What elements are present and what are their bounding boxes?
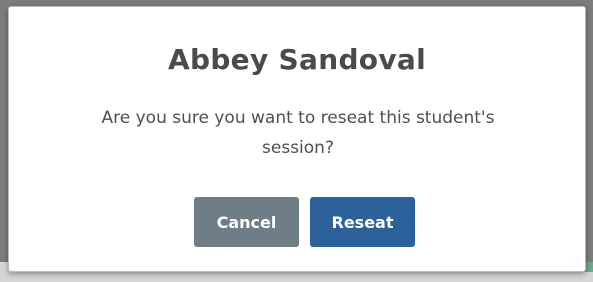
dialog-title: Abbey Sandoval	[168, 43, 426, 76]
dialog-message: Are you sure you want to reseat this stu…	[101, 108, 495, 158]
cancel-button[interactable]: Cancel	[194, 197, 299, 247]
reseat-button[interactable]: Reseat	[310, 197, 415, 247]
confirm-dialog: Abbey Sandoval Are you sure you want to …	[8, 6, 586, 272]
